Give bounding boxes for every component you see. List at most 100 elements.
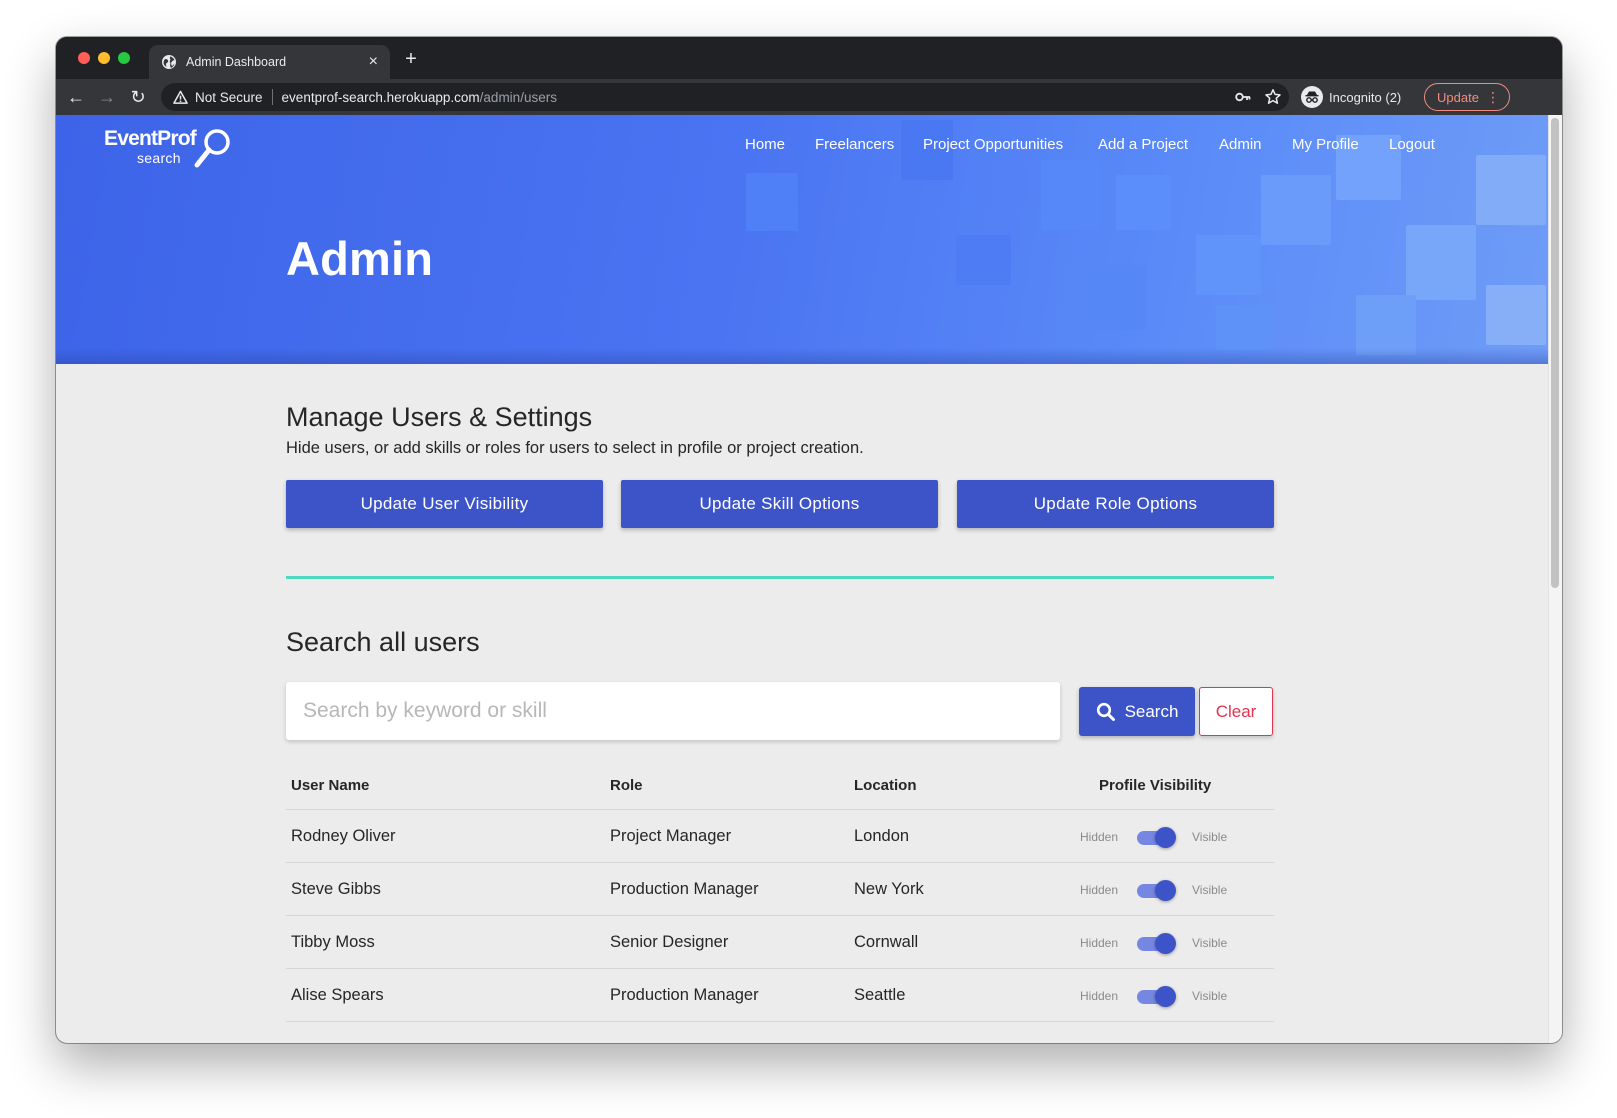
- visibility-toggle[interactable]: [1137, 933, 1176, 954]
- user-name-cell: Tibby Moss: [291, 933, 375, 951]
- column-header-user-name: User Name: [291, 777, 370, 794]
- nav-admin[interactable]: Admin: [1219, 136, 1262, 153]
- decor-cube: [1116, 175, 1171, 230]
- search-button-label: Search: [1124, 701, 1179, 721]
- browser-tab[interactable]: Admin Dashboard ×: [149, 45, 390, 79]
- browser-update-button[interactable]: Update ⋮: [1424, 83, 1510, 111]
- manage-heading: Manage Users & Settings: [286, 402, 593, 432]
- decor-cube: [1486, 285, 1546, 345]
- table-row: Steve Gibbs Production Manager New York …: [286, 863, 1274, 916]
- manage-subtitle: Hide users, or add skills or roles for u…: [286, 439, 864, 457]
- nav-logout[interactable]: Logout: [1389, 136, 1435, 153]
- decor-cube: [1476, 155, 1546, 225]
- url-host: eventprof-search.herokuapp.com: [281, 89, 480, 105]
- decor-cube: [1041, 160, 1101, 230]
- hero-banner: EventProf search Home Freelancers Projec…: [56, 115, 1548, 364]
- location-cell: London: [854, 827, 910, 845]
- role-cell: Production Manager: [610, 880, 759, 898]
- hidden-label: Hidden: [1080, 989, 1119, 1003]
- table-row: Rodney Oliver Project Manager London Hid…: [286, 810, 1274, 863]
- visibility-toggle[interactable]: [1137, 827, 1176, 848]
- visible-label: Visible: [1192, 830, 1228, 844]
- forward-button[interactable]: →: [95, 85, 119, 109]
- location-cell: New York: [854, 880, 924, 898]
- decor-cube: [746, 173, 798, 231]
- warning-icon: [173, 90, 188, 104]
- location-cell: Seattle: [854, 986, 906, 1004]
- user-name-cell: Steve Gibbs: [291, 880, 381, 898]
- column-header-role: Role: [610, 777, 643, 794]
- page-title: Admin: [286, 232, 434, 285]
- search-button[interactable]: Search: [1079, 687, 1195, 736]
- scrollbar-thumb[interactable]: [1551, 118, 1559, 588]
- visibility-control: Hidden Visible: [1080, 931, 1240, 955]
- nav-my-profile[interactable]: My Profile: [1292, 136, 1359, 153]
- clear-button[interactable]: Clear: [1199, 687, 1273, 736]
- hidden-label: Hidden: [1080, 883, 1119, 897]
- tab-close-icon[interactable]: ×: [369, 54, 378, 70]
- role-cell: Production Manager: [610, 986, 759, 1004]
- nav-home[interactable]: Home: [745, 136, 785, 153]
- section-divider: [286, 576, 1274, 579]
- visibility-toggle[interactable]: [1137, 986, 1176, 1007]
- tab-title: Admin Dashboard: [186, 55, 287, 69]
- users-table: User Name Role Location Profile Visibili…: [286, 770, 1274, 1022]
- table-row: Tibby Moss Senior Designer Cornwall Hidd…: [286, 916, 1274, 969]
- decor-cube: [1356, 295, 1416, 355]
- bookmark-star-icon[interactable]: [1264, 88, 1282, 106]
- column-header-profile-visibility: Profile Visibility: [1099, 777, 1212, 794]
- page-viewport: EventProf search Home Freelancers Projec…: [56, 115, 1562, 1043]
- column-header-location: Location: [854, 777, 917, 794]
- visibility-toggle[interactable]: [1137, 880, 1176, 901]
- search-icon: [1096, 702, 1115, 721]
- table-header: User Name Role Location Profile Visibili…: [286, 770, 1274, 810]
- decor-cube: [956, 235, 1011, 285]
- back-button[interactable]: ←: [64, 85, 88, 109]
- browser-toolbar: ← → ↻ Not Secure eventprof-search.heroku…: [56, 79, 1562, 115]
- visible-label: Visible: [1192, 989, 1228, 1003]
- page-scrollbar[interactable]: [1548, 115, 1562, 1043]
- update-user-visibility-button[interactable]: Update User Visibility: [286, 480, 603, 528]
- update-skill-options-button[interactable]: Update Skill Options: [621, 480, 938, 528]
- decor-cube: [1196, 235, 1261, 295]
- minimize-window-button[interactable]: [98, 52, 110, 64]
- incognito-label: Incognito (2): [1329, 89, 1402, 105]
- decor-cube: [1086, 265, 1146, 330]
- visibility-control: Hidden Visible: [1080, 878, 1240, 902]
- maximize-window-button[interactable]: [118, 52, 130, 64]
- globe-icon: [162, 55, 176, 69]
- location-cell: Cornwall: [854, 933, 919, 951]
- browser-window: Admin Dashboard × + ← → ↻ Not Secure eve…: [56, 37, 1562, 1043]
- omnibox-separator: [271, 89, 273, 105]
- incognito-indicator[interactable]: Incognito (2): [1301, 83, 1401, 111]
- visibility-control: Hidden Visible: [1080, 984, 1240, 1008]
- new-tab-button[interactable]: +: [400, 48, 422, 70]
- more-menu-icon[interactable]: ⋮: [1486, 88, 1500, 106]
- update-role-options-button[interactable]: Update Role Options: [957, 480, 1274, 528]
- reload-button[interactable]: ↻: [126, 85, 150, 109]
- user-name-cell: Rodney Oliver: [291, 827, 396, 845]
- key-icon[interactable]: [1234, 88, 1252, 106]
- main-nav: Home Freelancers Project Opportunities A…: [56, 136, 1548, 158]
- url-path: /admin/users: [479, 89, 557, 105]
- window-controls: [78, 52, 130, 64]
- close-window-button[interactable]: [78, 52, 90, 64]
- nav-freelancers[interactable]: Freelancers: [815, 136, 894, 153]
- visibility-control: Hidden Visible: [1080, 825, 1240, 849]
- visible-label: Visible: [1192, 936, 1228, 950]
- decor-cube: [1406, 225, 1476, 300]
- hidden-label: Hidden: [1080, 936, 1119, 950]
- tab-strip: Admin Dashboard × +: [56, 37, 1562, 79]
- nav-project-opportunities[interactable]: Project Opportunities: [923, 136, 1063, 153]
- address-bar[interactable]: Not Secure eventprof-search.herokuapp.co…: [161, 83, 1289, 111]
- incognito-icon: [1301, 86, 1323, 108]
- visible-label: Visible: [1192, 883, 1228, 897]
- role-cell: Project Manager: [610, 827, 732, 845]
- search-heading: Search all users: [286, 627, 480, 657]
- hidden-label: Hidden: [1080, 830, 1119, 844]
- search-input[interactable]: [286, 682, 1060, 740]
- nav-add-project[interactable]: Add a Project: [1098, 136, 1188, 153]
- update-label: Update: [1437, 89, 1479, 105]
- security-label[interactable]: Not Secure: [195, 90, 263, 105]
- table-row: Alise Spears Production Manager Seattle …: [286, 969, 1274, 1022]
